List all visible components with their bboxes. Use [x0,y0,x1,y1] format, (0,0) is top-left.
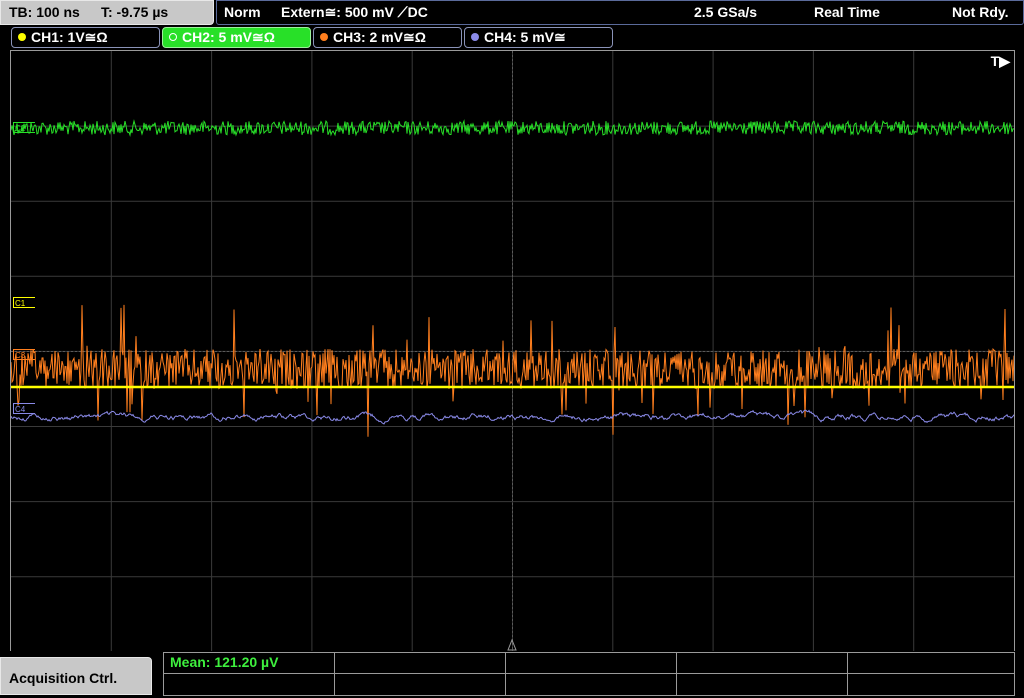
trigger-mode[interactable]: Norm [224,0,261,24]
acquisition-mode: Real Time [814,4,880,20]
sample-rate: 2.5 GSa/s [694,4,758,20]
timebase-box[interactable]: TB: 100 ns T: -9.75 µs [0,0,214,25]
measurement-cell [335,653,506,673]
trigger-time-label: T: -9.75 µs [101,4,169,20]
mean-measurement: Mean: 121.20 µV [170,654,279,670]
waveform-canvas [11,51,1014,652]
channel-1-button[interactable]: CH1: 1V≅Ω [11,27,160,48]
channel-1-color-dot [18,33,26,41]
top-bar: TB: 100 ns T: -9.75 µs Norm Extern≅: 500… [0,0,1024,25]
trigger-source[interactable]: Extern≅: 500 mV ⟋DC [281,0,428,24]
channel-1-label: CH1: 1V≅Ω [31,29,108,45]
channel-1-offset-marker[interactable]: C1 [13,297,35,308]
waveform-display[interactable]: T▶ C2 C1 C3 C4 [10,50,1015,653]
channel-2-button[interactable]: CH2: 5 mV≅Ω [162,27,311,48]
measurement-table: Mean: 121.20 µV [163,652,1015,696]
channel-3-label: CH3: 2 mV≅Ω [333,29,426,45]
measurement-cell [677,674,848,695]
channel-2-label: CH2: 5 mV≅Ω [182,29,275,45]
channel-3-offset-marker[interactable]: C3 [13,349,35,360]
run-status: Not Rdy. [952,4,1009,20]
channel-4-label: CH4: 5 mV≅ [484,29,566,45]
channel-2-color-dot [169,33,177,41]
measurement-cell [335,674,506,695]
timebase-label: TB: 100 ns [9,4,80,20]
channel-4-offset-marker[interactable]: C4 [13,403,35,414]
measurement-cell [506,674,677,695]
measurement-cell [677,653,848,673]
trigger-level-indicator: T▶ [990,53,1010,69]
channel-4-color-dot [471,33,479,41]
channel-2-offset-marker[interactable]: C2 [13,122,35,133]
measurement-cell [164,674,335,695]
channel-4-button[interactable]: CH4: 5 mV≅ [464,27,613,48]
acquisition-ctrl-button[interactable]: Acquisition Ctrl. [0,657,152,695]
graticule-grid [11,51,1014,652]
channel-3-button[interactable]: CH3: 2 mV≅Ω [313,27,462,48]
measurement-cell [506,653,677,673]
channel-3-color-dot [320,33,328,41]
